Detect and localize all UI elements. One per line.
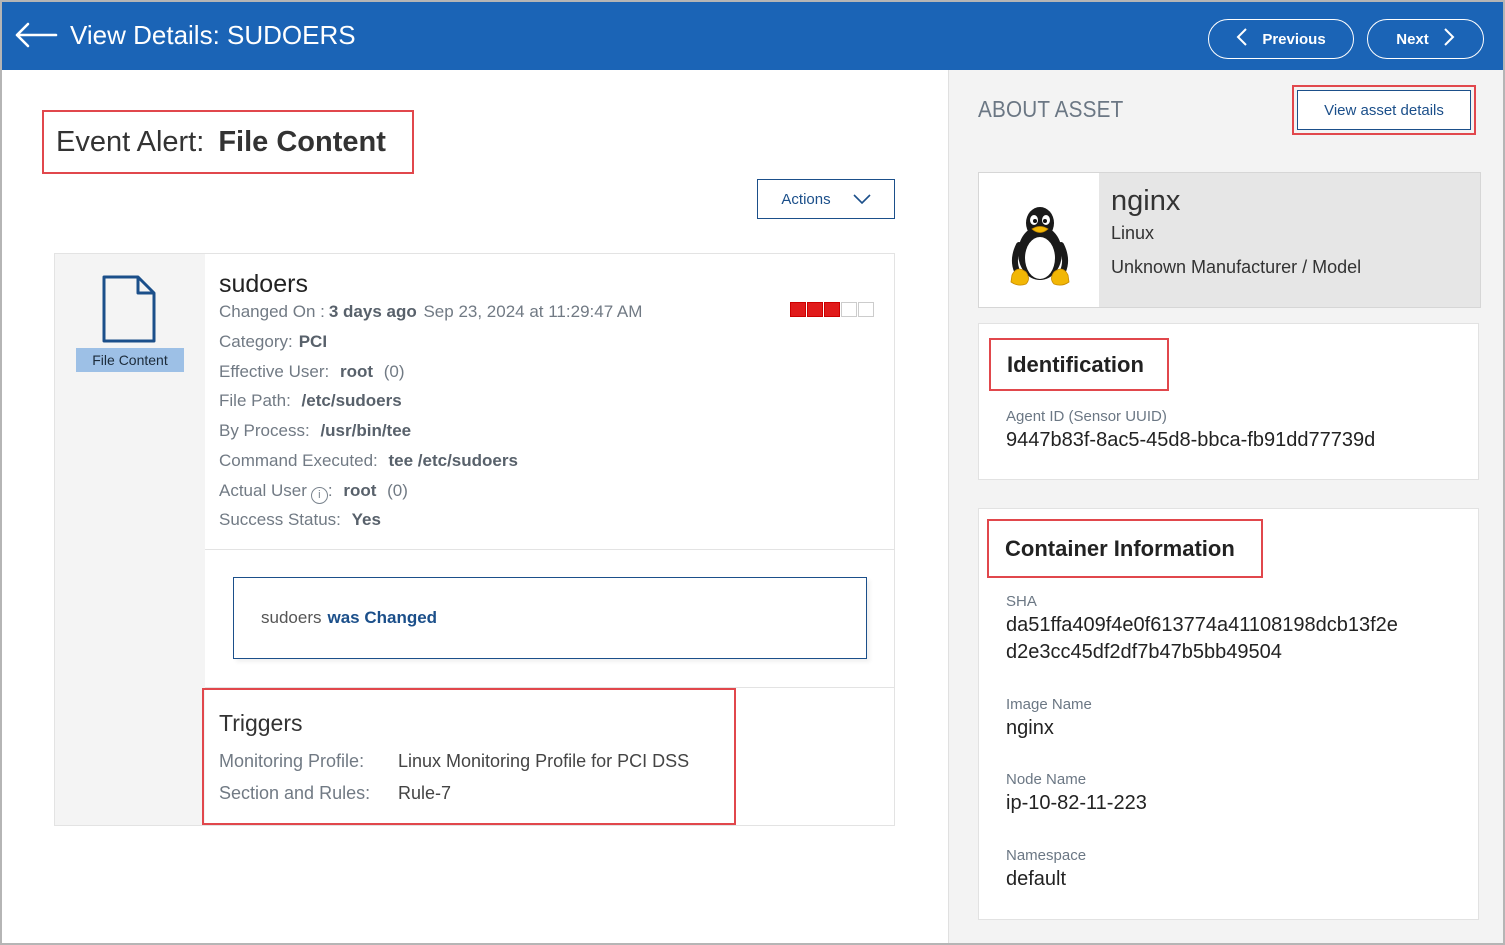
actual-user-row: Actual User i: root (0) bbox=[219, 481, 408, 504]
by-process-label: By Process: bbox=[219, 421, 310, 440]
command-value: tee /etc/sudoers bbox=[388, 451, 518, 470]
identification-title: Identification bbox=[989, 338, 1169, 391]
monitoring-profile-row: Monitoring Profile: Linux Monitoring Pro… bbox=[219, 751, 689, 772]
severity-block bbox=[841, 302, 857, 317]
namespace-label: Namespace bbox=[1006, 847, 1087, 864]
triggers-title: Triggers bbox=[219, 710, 303, 736]
sha-value-line1: da51ffa409f4e0f613774a41108198dcb13f2e bbox=[1006, 614, 1398, 636]
effective-user-label: Effective User: bbox=[219, 362, 330, 381]
next-button[interactable]: Next bbox=[1367, 19, 1484, 59]
back-arrow-icon[interactable] bbox=[14, 20, 58, 50]
changed-on-date: Sep 23, 2024 at 11:29:47 AM bbox=[423, 302, 643, 321]
severity-block bbox=[824, 302, 840, 317]
command-row: Command Executed: tee /etc/sudoers bbox=[219, 451, 518, 471]
file-icon bbox=[101, 274, 157, 344]
event-type-badge: File Content bbox=[76, 348, 184, 372]
changed-on-relative: 3 days ago bbox=[328, 302, 417, 321]
severity-block bbox=[790, 302, 806, 317]
changed-on-row: Changed On :3 days ago Sep 23, 2024 at 1… bbox=[219, 302, 642, 322]
actual-user-label: Actual User bbox=[219, 481, 307, 500]
actual-user-id: (0) bbox=[387, 481, 408, 500]
container-info-title: Container Information bbox=[987, 519, 1263, 578]
command-label: Command Executed: bbox=[219, 451, 378, 470]
sha-value-line2: d2e3cc45df2df7b47b5bb49504 bbox=[1006, 641, 1282, 663]
triggers-section: Triggers Monitoring Profile: Linux Monit… bbox=[202, 688, 736, 825]
asset-os: Linux bbox=[1111, 223, 1155, 243]
linux-tux-icon bbox=[1010, 207, 1070, 286]
node-name-label: Node Name bbox=[1006, 771, 1087, 788]
chevron-right-icon bbox=[1443, 28, 1455, 50]
sha-label: SHA bbox=[1006, 593, 1037, 610]
agent-id-value: 9447b83f-8ac5-45d8-bbca-fb91dd77739d bbox=[1006, 429, 1376, 451]
severity-block bbox=[807, 302, 823, 317]
top-header: View Details: SUDOERS Previous Next bbox=[2, 2, 1503, 70]
success-value: Yes bbox=[351, 510, 381, 529]
page-title: View Details: SUDOERS bbox=[70, 20, 356, 50]
namespace-value: default bbox=[1006, 868, 1067, 890]
section-rules-label: Section and Rules: bbox=[219, 783, 371, 803]
chevron-left-icon bbox=[1236, 28, 1248, 50]
monitoring-profile-label: Monitoring Profile: bbox=[219, 751, 365, 771]
monitoring-profile-value: Linux Monitoring Profile for PCI DSS bbox=[398, 751, 690, 771]
file-name: sudoers bbox=[219, 270, 308, 298]
chevron-down-icon bbox=[853, 191, 871, 208]
severity-indicator bbox=[790, 302, 874, 317]
by-process-row: By Process: /usr/bin/tee bbox=[219, 421, 411, 441]
event-title: Event Alert: File Content bbox=[42, 110, 414, 174]
asset-pane: ABOUT ASSET View asset details nginx Lin… bbox=[948, 70, 1503, 943]
actual-user-value: root bbox=[343, 481, 377, 500]
divider bbox=[205, 549, 894, 550]
effective-user-id: (0) bbox=[383, 362, 405, 381]
effective-user-value: root bbox=[339, 362, 374, 381]
image-name-label: Image Name bbox=[1006, 696, 1092, 713]
event-title-prefix: Event Alert: bbox=[56, 125, 205, 158]
changed-subject: sudoers bbox=[261, 608, 322, 627]
event-pane: Event Alert: File Content Actions File C… bbox=[2, 70, 948, 943]
section-rules-value: Rule-7 bbox=[398, 783, 452, 803]
category-row: Category: PCI bbox=[219, 332, 327, 352]
container-info-panel: Container Information SHA da51ffa409f4e0… bbox=[978, 508, 1479, 920]
image-name-value: nginx bbox=[1006, 717, 1054, 739]
actions-dropdown[interactable]: Actions bbox=[757, 179, 895, 219]
category-value: PCI bbox=[298, 332, 328, 351]
event-type-sidebar: File Content bbox=[55, 254, 205, 825]
agent-id-label: Agent ID (Sensor UUID) bbox=[1006, 408, 1167, 425]
next-label: Next bbox=[1396, 30, 1429, 48]
window-frame: View Details: SUDOERS Previous Next Even… bbox=[0, 0, 1505, 945]
view-asset-highlight: View asset details bbox=[1292, 85, 1476, 135]
info-icon[interactable]: i bbox=[310, 487, 328, 504]
by-process-value: /usr/bin/tee bbox=[320, 421, 412, 440]
changed-text: was Changed bbox=[327, 608, 438, 627]
event-title-type: File Content bbox=[218, 125, 386, 158]
actions-label: Actions bbox=[781, 190, 831, 208]
asset-os-logo bbox=[979, 173, 1099, 307]
asset-model: Unknown Manufacturer / Model bbox=[1111, 257, 1362, 277]
file-path-label: File Path: bbox=[219, 391, 291, 410]
change-summary-box: sudoers was Changed bbox=[233, 577, 867, 659]
view-asset-details-button[interactable]: View asset details bbox=[1297, 90, 1471, 130]
asset-summary-card: nginx Linux Unknown Manufacturer / Model bbox=[978, 172, 1481, 308]
effective-user-row: Effective User: root (0) bbox=[219, 362, 405, 382]
file-path-row: File Path: /etc/sudoers bbox=[219, 391, 402, 411]
success-label: Success Status: bbox=[219, 510, 341, 529]
previous-button[interactable]: Previous bbox=[1208, 19, 1354, 59]
category-label: Category: bbox=[219, 332, 293, 351]
previous-label: Previous bbox=[1262, 30, 1326, 48]
severity-block bbox=[858, 302, 874, 317]
asset-name: nginx bbox=[1111, 185, 1181, 217]
section-rules-row: Section and Rules: Rule-7 bbox=[219, 783, 451, 804]
identification-panel: Identification Agent ID (Sensor UUID) 94… bbox=[978, 323, 1479, 480]
file-path-value: /etc/sudoers bbox=[301, 391, 402, 410]
changed-on-label: Changed On : bbox=[219, 302, 325, 321]
success-status-row: Success Status: Yes bbox=[219, 510, 381, 530]
node-name-value: ip-10-82-11-223 bbox=[1006, 792, 1147, 814]
about-asset-title: ABOUT ASSET bbox=[978, 96, 1124, 122]
